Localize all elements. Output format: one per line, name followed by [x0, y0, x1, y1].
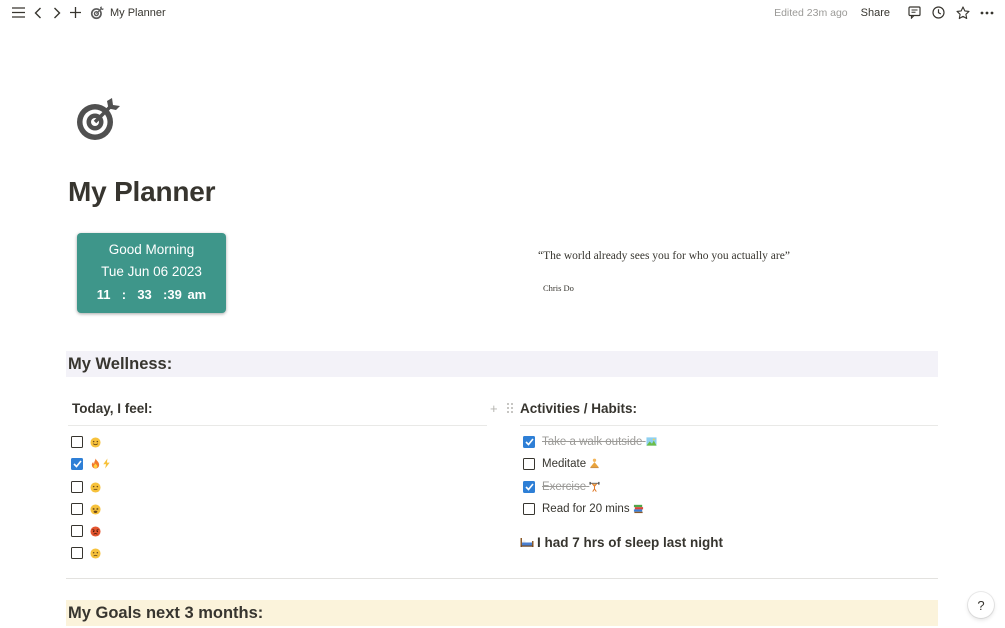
forward-icon[interactable]: [48, 4, 65, 21]
quote-text: “The world already sees you for who you …: [538, 250, 790, 262]
back-icon[interactable]: [29, 4, 46, 21]
checkbox[interactable]: [71, 436, 83, 448]
landscape-emoji-icon: [646, 437, 657, 447]
help-button[interactable]: ?: [968, 592, 994, 618]
checkbox[interactable]: [71, 547, 83, 559]
clock-time: 11 : 33 :39 am: [77, 287, 226, 302]
sidebar-toggle-icon[interactable]: [10, 4, 27, 21]
sad-emoji-icon: [90, 547, 101, 559]
checkbox-checked[interactable]: [523, 436, 535, 448]
topbar-left: My Planner: [10, 4, 166, 21]
feel-heading[interactable]: Today, I feel:: [72, 401, 153, 416]
checkbox[interactable]: [71, 503, 83, 515]
breadcrumb-title: My Planner: [110, 6, 166, 19]
target-icon[interactable]: [74, 97, 120, 143]
bed-emoji-icon: [520, 538, 534, 547]
feel-item[interactable]: [71, 455, 112, 473]
feel-divider: [68, 425, 487, 426]
checkbox[interactable]: [71, 481, 83, 493]
wellness-heading[interactable]: My Wellness:: [66, 351, 938, 377]
tired-emoji-icon: [90, 503, 101, 515]
habits-divider: [520, 425, 938, 426]
clock-widget: Good Morning Tue Jun 06 2023 11 : 33 :39…: [77, 233, 226, 313]
edited-timestamp: Edited 23m ago: [774, 6, 848, 19]
angry-emoji-icon: [90, 525, 101, 537]
new-page-icon[interactable]: [67, 4, 84, 21]
history-icon[interactable]: [930, 4, 947, 21]
favorite-star-icon[interactable]: [954, 4, 971, 21]
habit-label: Take a walk outside: [542, 436, 657, 448]
clock-separator: :: [116, 287, 132, 302]
checkbox-checked[interactable]: [71, 458, 83, 470]
clock-seconds: 39: [167, 287, 182, 302]
clock-separator: :: [157, 287, 168, 302]
habit-item[interactable]: Meditate: [523, 455, 600, 473]
fire-emoji-icon: [91, 458, 100, 470]
feel-item[interactable]: [71, 500, 101, 518]
feel-item[interactable]: [71, 478, 101, 496]
checkbox[interactable]: [71, 525, 83, 537]
books-emoji-icon: [633, 505, 643, 514]
quote-author: Chris Do: [543, 283, 574, 293]
habit-label: Exercise: [542, 481, 600, 493]
comments-icon[interactable]: [906, 4, 923, 21]
smile-emoji-icon: [90, 436, 101, 448]
drag-handle-icon[interactable]: [506, 402, 514, 414]
section-divider: [66, 578, 938, 579]
checkbox[interactable]: [523, 458, 535, 470]
habit-label: Read for 20 mins: [542, 503, 644, 515]
topbar-right: Edited 23m ago Share: [774, 4, 995, 21]
feel-item[interactable]: [71, 544, 101, 562]
habit-label: Meditate: [542, 458, 600, 470]
habit-item[interactable]: Take a walk outside: [523, 433, 657, 451]
habits-heading[interactable]: Activities / Habits:: [520, 401, 637, 416]
clock-period: am: [187, 287, 207, 302]
strikethrough-emoji: [90, 458, 112, 470]
clock-minutes: 33: [137, 287, 152, 302]
habit-item[interactable]: Exercise: [523, 478, 600, 496]
clock-hours: 11: [96, 287, 111, 302]
feel-item[interactable]: [71, 433, 101, 451]
clock-date: Tue Jun 06 2023: [101, 264, 202, 279]
topbar: My Planner Edited 23m ago Share: [0, 0, 1005, 26]
share-button[interactable]: Share: [861, 7, 890, 19]
sleep-note[interactable]: I had 7 hrs of sleep last night: [520, 535, 723, 550]
sleep-text: I had 7 hrs of sleep last night: [537, 535, 724, 550]
clock-greeting: Good Morning: [108, 242, 195, 257]
lightning-emoji-icon: [103, 458, 110, 470]
more-options-icon[interactable]: [978, 4, 995, 21]
meditate-emoji-icon: [590, 459, 599, 469]
target-icon: [90, 5, 104, 19]
neutral-emoji-icon: [90, 481, 101, 493]
weightlifter-emoji-icon: [589, 482, 600, 493]
add-block-icon[interactable]: +: [490, 401, 498, 416]
checkbox[interactable]: [523, 503, 535, 515]
habit-item[interactable]: Read for 20 mins: [523, 500, 644, 518]
page-title[interactable]: My Planner: [68, 176, 216, 208]
feel-item[interactable]: [71, 522, 101, 540]
breadcrumb[interactable]: My Planner: [90, 5, 166, 20]
goals-heading[interactable]: My Goals next 3 months:: [66, 600, 938, 626]
checkbox-checked[interactable]: [523, 481, 535, 493]
